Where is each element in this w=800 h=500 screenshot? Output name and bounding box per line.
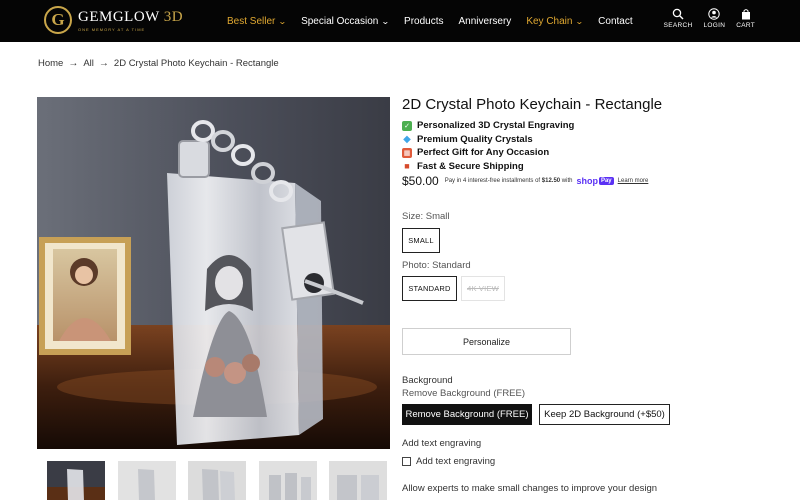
shop-pay-box: Pay [598,177,614,185]
nav-label: Key Chain [526,15,573,27]
nav-label: Products [404,15,444,27]
logo-name-suffix: 3D [163,8,184,25]
main-nav: Best Seller ⌄ Special Occasion ⌄ Products … [227,0,648,42]
nav-label: Contact [598,15,633,27]
thumbnail-image [117,461,176,500]
logo-name-main: GEMGLOW [78,8,160,25]
thumbnail-3[interactable] [188,461,247,500]
check-icon: ✓ [402,120,412,131]
nav-label: Special Occasion [301,15,379,27]
engraving-checkbox[interactable] [402,457,411,466]
site-header: G GEMGLOW 3D ONE MEMORY AT A TIME Best S… [0,0,800,42]
gift-icon: ▦ [402,147,412,158]
thumbnail-image [188,461,247,500]
photo-option-standard[interactable]: STANDARD [402,276,457,301]
thumbnail-strip [47,461,400,500]
search-icon [672,8,684,20]
feature-item: ◆ Premium Quality Crystals [402,133,574,147]
product-price: $50.00 [402,174,439,188]
feature-text: Personalized 3D Crystal Engraving [417,120,575,132]
thumbnail-2[interactable] [117,461,176,500]
search-button[interactable]: SEARCH [664,8,693,29]
thumbnail-image [47,469,105,500]
nav-item-best-seller[interactable]: Best Seller ⌄ [227,15,288,27]
breadcrumb-current: 2D Crystal Photo Keychain - Rectangle [113,58,279,69]
size-option-small[interactable]: SMALL [402,228,440,253]
shop-pay-word: shop [576,176,598,186]
nav-item-special-occasion[interactable]: Special Occasion ⌄ [301,15,391,27]
learn-more-link[interactable]: Learn more [618,178,649,184]
nav-item-key-chain[interactable]: Key Chain ⌄ [526,15,585,27]
login-label: LOGIN [703,22,726,29]
search-label: SEARCH [663,22,693,29]
installments-with: with [561,178,573,184]
shop-pay-logo: shop Pay [576,176,614,186]
arrow-right-icon: → [68,58,79,69]
brand-logo[interactable]: G GEMGLOW 3D ONE MEMORY AT A TIME [44,6,183,34]
header-actions: SEARCH LOGIN CART [653,8,755,29]
gem-icon: ◆ [403,133,411,145]
keychain-photo [37,97,390,449]
thumbnail-image [329,461,388,500]
size-label: Size: Small [402,211,450,222]
personalize-button[interactable]: Personalize [402,328,571,355]
login-button[interactable]: LOGIN [703,8,725,29]
thumbnail-5[interactable] [329,461,388,500]
chevron-down-icon: ⌄ [575,16,585,26]
logo-name: GEMGLOW 3D [78,9,183,25]
feature-item: ✓ Personalized 3D Crystal Engraving [402,119,574,133]
nav-item-anniversery[interactable]: Anniversery [459,16,512,27]
photo-option-4k-view[interactable]: 4K VIEW [461,276,505,301]
thumbnail-4[interactable] [258,461,317,500]
experts-note: Allow experts to make small changes to i… [402,483,658,494]
installments-text: Pay in 4 interest-free installments of $… [445,178,573,184]
cart-button[interactable]: CART [736,8,755,29]
breadcrumb-home[interactable]: Home [38,58,63,69]
installment-amount: $12.50 [541,178,561,184]
installments-prefix: Pay in 4 interest-free installments of [444,178,541,184]
breadcrumb-all[interactable]: All [83,58,94,69]
thumbnail-1[interactable] [47,461,105,500]
engraving-label: Add text engraving [402,438,482,449]
bag-icon [741,9,750,20]
product-main-image[interactable] [37,97,390,449]
feature-text: Premium Quality Crystals [417,133,533,145]
remove-background-button[interactable]: Remove Background (FREE) [402,404,532,425]
logo-text: GEMGLOW 3D ONE MEMORY AT A TIME [78,9,183,32]
nav-label: Best Seller [227,15,276,27]
chevron-down-icon: ⌄ [381,16,391,26]
nav-item-products[interactable]: Products [404,16,443,27]
product-title: 2D Crystal Photo Keychain - Rectangle [402,96,663,113]
keep-background-button[interactable]: Keep 2D Background (+$50) [539,404,670,425]
logo-mark: G [44,6,72,34]
feature-item: ■ Fast & Secure Shipping [402,160,574,174]
cart-label: CART [736,22,755,29]
nav-item-contact[interactable]: Contact [598,16,632,27]
engraving-checkbox-row[interactable]: Add text engraving [402,456,495,467]
logo-tagline: ONE MEMORY AT A TIME [78,26,146,32]
breadcrumb: Home → All → 2D Crystal Photo Keychain -… [38,58,279,69]
background-label: Background [402,375,453,386]
chevron-down-icon: ⌄ [278,16,288,26]
background-current-value: Remove Background (FREE) [402,388,526,399]
photo-label: Photo: Standard [402,260,471,271]
nav-label: Anniversery [458,15,512,27]
engraving-checkbox-label[interactable]: Add text engraving [416,456,495,467]
arrow-right-icon: → [98,58,109,69]
user-icon [708,8,721,20]
price-row: $50.00 Pay in 4 interest-free installmen… [402,174,648,188]
truck-icon: ■ [404,161,410,172]
feature-list: ✓ Personalized 3D Crystal Engraving ◆ Pr… [402,119,574,173]
feature-text: Perfect Gift for Any Occasion [417,147,550,159]
thumbnail-image [258,461,317,500]
feature-item: ▦ Perfect Gift for Any Occasion [402,146,574,160]
feature-text: Fast & Secure Shipping [417,160,524,172]
